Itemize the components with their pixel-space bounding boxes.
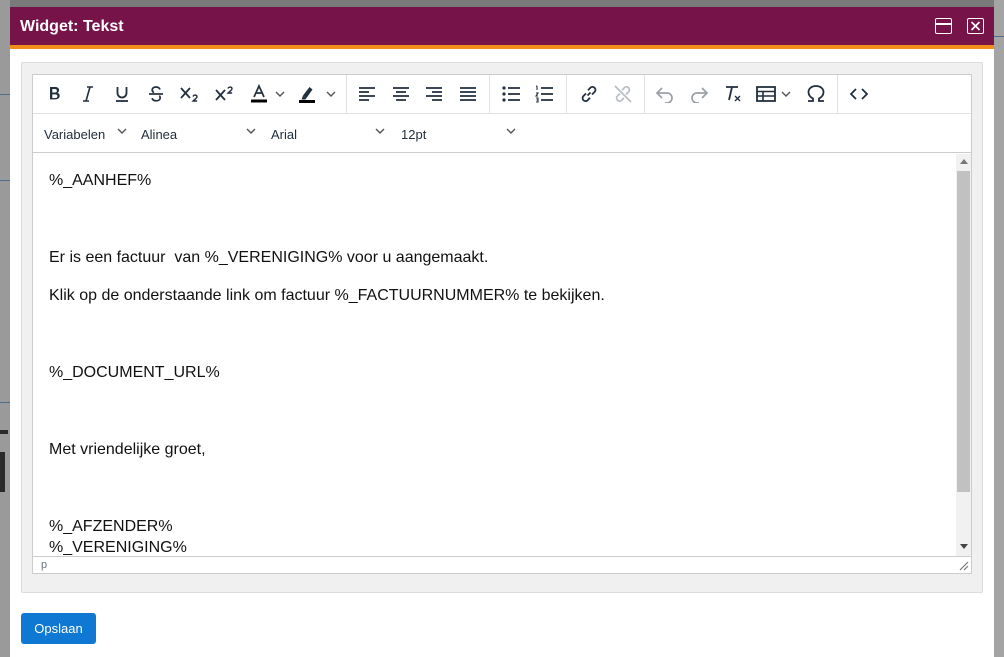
content-line-link-instruction: Klik op de onderstaande link om factuur …	[49, 287, 605, 304]
align-center-icon[interactable]	[389, 80, 413, 108]
toolbar-separator	[566, 75, 567, 113]
numbered-list-icon[interactable]	[532, 80, 556, 108]
font-size-value: 12pt	[401, 126, 427, 142]
content-line-document-url: %_DOCUMENT_URL%	[49, 364, 220, 381]
chevron-down-icon	[375, 128, 385, 134]
content-line-salutation: %_AANHEF%	[49, 172, 152, 189]
font-family-value: Arial	[271, 126, 298, 142]
save-button[interactable]: Opslaan	[21, 613, 96, 644]
source-code-icon[interactable]	[847, 80, 871, 108]
editor-panel: Variabelen Alinea Arial 12pt %_AANHEF% E…	[21, 62, 983, 593]
highlight-color-icon[interactable]	[295, 80, 319, 108]
font-size-dropdown[interactable]: 12pt	[401, 123, 521, 145]
clear-formatting-icon[interactable]	[721, 80, 745, 108]
font-family-dropdown[interactable]: Arial	[271, 123, 391, 145]
format-bar: Variabelen Alinea Arial 12pt	[33, 114, 971, 153]
toolbar-separator	[837, 75, 838, 113]
content-line-association: %_VERENIGING%	[49, 539, 187, 556]
editor-statusbar: p	[33, 556, 971, 573]
dialog-title: Widget: Tekst	[20, 18, 124, 35]
align-left-icon[interactable]	[355, 80, 379, 108]
content-line-sender: %_AFZENDER%	[49, 518, 173, 535]
maximize-icon[interactable]	[935, 18, 952, 34]
variables-dropdown-label: Variabelen	[44, 126, 106, 142]
bold-icon[interactable]	[43, 80, 67, 108]
editor-scrollbar[interactable]	[956, 154, 971, 556]
superscript-icon[interactable]	[212, 80, 238, 108]
scroll-up-icon[interactable]	[960, 159, 968, 164]
block-format-value: Alinea	[141, 126, 178, 142]
close-icon[interactable]	[967, 18, 984, 34]
subscript-icon[interactable]	[177, 80, 203, 108]
unlink-icon[interactable]	[610, 80, 636, 108]
special-character-icon[interactable]	[804, 80, 828, 108]
toolbar-separator	[489, 75, 490, 113]
align-justify-icon[interactable]	[456, 80, 480, 108]
toolbar-separator	[644, 75, 645, 113]
toolbar-separator	[346, 75, 347, 113]
chevron-down-icon	[117, 128, 127, 134]
variables-dropdown[interactable]: Variabelen	[44, 123, 130, 145]
underline-icon[interactable]	[110, 80, 134, 108]
background-bar	[0, 430, 8, 434]
strikethrough-icon[interactable]	[144, 80, 168, 108]
table-icon[interactable]	[754, 80, 778, 108]
background-divider	[0, 402, 10, 403]
link-icon[interactable]	[576, 80, 602, 108]
text-color-icon[interactable]	[247, 80, 271, 108]
bullet-list-icon[interactable]	[499, 80, 523, 108]
content-line-invoice-notice: Er is een factuur van %_VERENIGING% voor…	[49, 249, 489, 266]
block-format-dropdown[interactable]: Alinea	[141, 123, 259, 145]
chevron-down-icon[interactable]	[324, 80, 338, 108]
chevron-down-icon	[246, 128, 256, 134]
background-page-right	[994, 0, 1004, 657]
italic-icon[interactable]	[76, 80, 100, 108]
chevron-down-icon[interactable]	[273, 80, 287, 108]
background-page-left	[0, 0, 10, 657]
align-right-icon[interactable]	[422, 80, 446, 108]
undo-icon[interactable]	[653, 80, 677, 108]
element-path[interactable]: p	[41, 559, 47, 571]
editor-toolbar	[33, 75, 971, 114]
chevron-down-icon	[506, 128, 516, 134]
background-divider	[0, 94, 10, 95]
scroll-down-icon[interactable]	[960, 544, 968, 549]
background-bar	[0, 452, 5, 492]
dialog-titlebar: Widget: Tekst	[10, 7, 994, 49]
widget-dialog: Widget: Tekst Variabelen Alinea Arial 12…	[10, 7, 994, 657]
chevron-down-icon[interactable]	[779, 80, 793, 108]
content-line-greeting: Met vriendelijke groet,	[49, 441, 206, 458]
resize-handle-icon[interactable]	[959, 561, 969, 571]
rich-text-editor: Variabelen Alinea Arial 12pt %_AANHEF% E…	[32, 74, 972, 574]
background-divider	[0, 180, 10, 181]
redo-icon[interactable]	[687, 80, 711, 108]
scrollbar-thumb[interactable]	[957, 171, 970, 492]
background-divider	[994, 36, 1004, 37]
editor-content[interactable]: %_AANHEF% Er is een factuur van %_VERENI…	[33, 154, 955, 556]
